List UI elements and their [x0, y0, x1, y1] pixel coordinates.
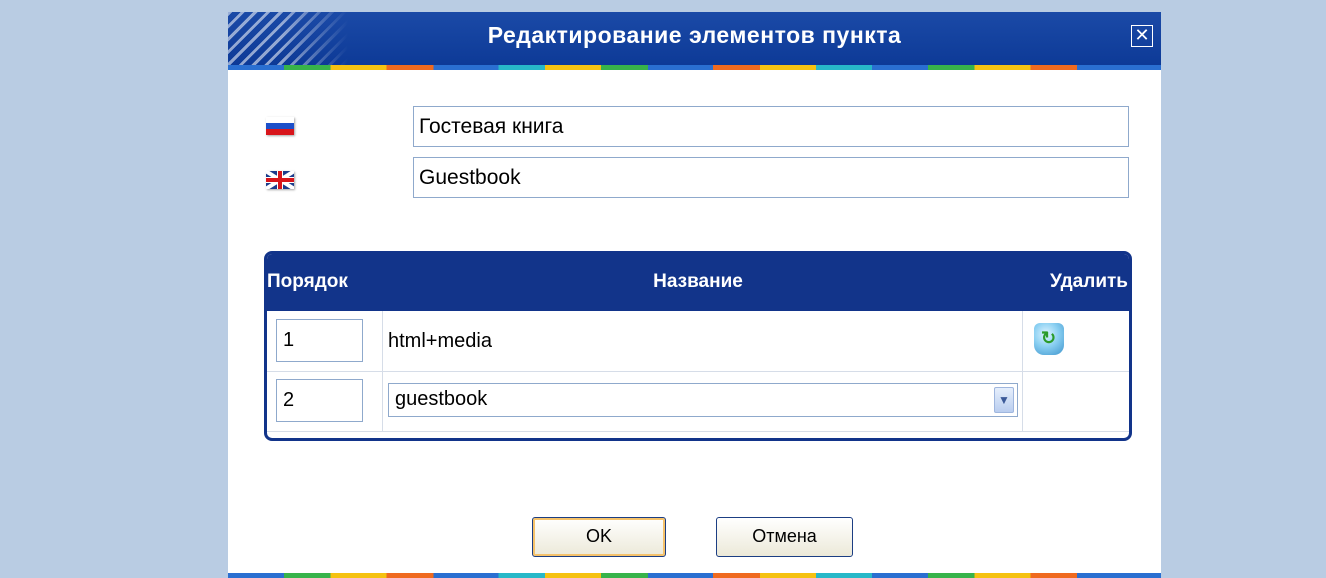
element-name: html+media: [388, 330, 492, 352]
column-header-name: Название: [653, 271, 743, 292]
russia-flag-icon: [266, 117, 294, 135]
close-icon[interactable]: ✕: [1131, 25, 1153, 47]
table-header: Порядок Название Удалить: [267, 254, 1129, 311]
dialog-title: Редактирование элементов пункта: [487, 22, 902, 48]
order-input[interactable]: [276, 379, 363, 422]
cancel-button[interactable]: Отмена: [716, 517, 853, 557]
edit-item-dialog: Редактирование элементов пункта ✕ Порядо…: [228, 12, 1161, 578]
elements-table: Порядок Название Удалить html+media ↻ gu…: [264, 251, 1132, 441]
dialog-titlebar: Редактирование элементов пункта ✕: [228, 12, 1161, 65]
recycle-bin-icon[interactable]: ↻: [1034, 323, 1064, 355]
chevron-down-icon[interactable]: ▼: [994, 387, 1014, 413]
element-type-select[interactable]: guestbook ▼: [388, 383, 1018, 417]
column-header-delete: Удалить: [1050, 271, 1128, 292]
uk-flag-icon: [266, 171, 294, 189]
select-value: guestbook: [395, 388, 488, 410]
color-strip-bottom: [228, 573, 1161, 578]
name-input-russian[interactable]: [413, 106, 1129, 147]
order-input[interactable]: [276, 319, 363, 362]
table-row: guestbook ▼: [267, 371, 1129, 432]
ok-button[interactable]: OK: [532, 517, 666, 557]
color-strip-top: [228, 65, 1161, 70]
name-input-english[interactable]: [413, 157, 1129, 198]
table-row: html+media ↻: [267, 311, 1129, 372]
